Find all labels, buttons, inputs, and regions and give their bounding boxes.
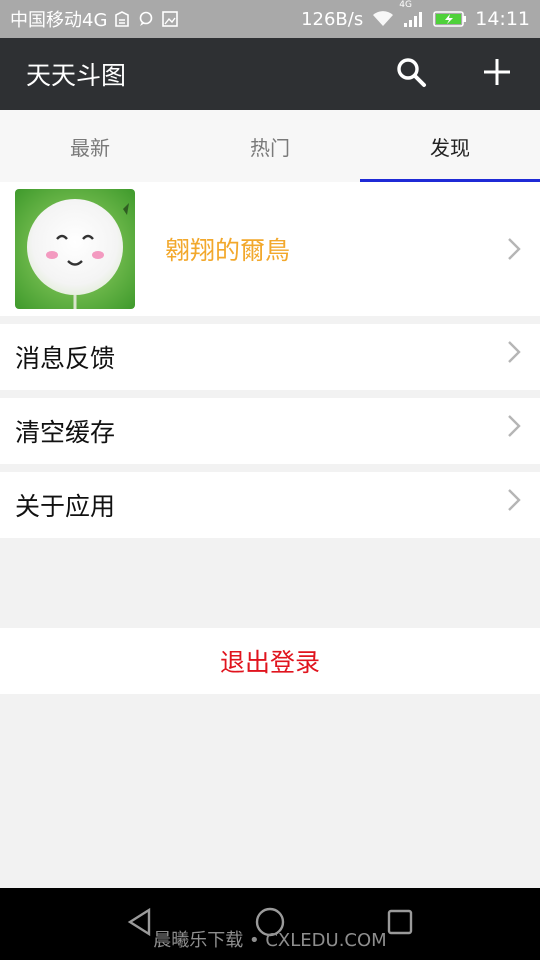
- tab-latest[interactable]: 最新: [0, 110, 180, 182]
- add-button[interactable]: [454, 38, 540, 110]
- menu-item-label: 消息反馈: [15, 344, 116, 373]
- search-icon: [395, 56, 427, 92]
- tab-popular[interactable]: 热门: [180, 110, 360, 182]
- menu-item-about[interactable]: 关于应用: [0, 472, 540, 538]
- carrier-label: 中国移动4G: [10, 10, 108, 31]
- tab-bar: 最新 热门 发现: [0, 110, 540, 182]
- network-type: 4G: [399, 0, 412, 10]
- status-bar: 中国移动4G 126B/s 4G 14:11: [0, 0, 540, 38]
- recents-icon: [386, 908, 414, 940]
- chat-icon: [137, 10, 155, 28]
- search-button[interactable]: [368, 38, 454, 110]
- home-button[interactable]: [245, 899, 295, 949]
- profile-row[interactable]: 翱翔的爾鳥: [0, 182, 540, 316]
- avatar[interactable]: [15, 189, 135, 309]
- menu-item-clear-cache[interactable]: 清空缓存: [0, 398, 540, 464]
- menu-item-feedback[interactable]: 消息反馈: [0, 324, 540, 390]
- recents-button[interactable]: [375, 899, 425, 949]
- menu-item-label: 清空缓存: [15, 418, 116, 447]
- wifi-icon: [371, 10, 395, 28]
- signal-icon: 4G: [399, 0, 425, 28]
- chevron-right-icon: [494, 398, 534, 438]
- screen: 中国移动4G 126B/s 4G 14:11 天天斗图 最新 热门 发现 翱翔的…: [0, 0, 540, 960]
- plus-icon: [482, 57, 512, 91]
- sim-icon: [113, 10, 131, 28]
- logout-button[interactable]: 退出登录: [0, 628, 540, 694]
- navigation-bar: [0, 888, 540, 960]
- chevron-right-icon: [494, 324, 534, 364]
- back-icon: [125, 907, 155, 941]
- home-icon: [254, 906, 286, 942]
- menu-item-label: 关于应用: [15, 492, 116, 521]
- profile-name: 翱翔的爾鳥: [165, 236, 291, 265]
- app-title: 天天斗图: [26, 61, 127, 90]
- chevron-right-icon: [494, 237, 534, 261]
- chevron-right-icon: [494, 472, 534, 512]
- image-icon: [161, 10, 179, 28]
- tab-discover[interactable]: 发现: [360, 110, 540, 182]
- battery-charging-icon: [433, 10, 467, 28]
- back-button[interactable]: [115, 899, 165, 949]
- app-bar: 天天斗图: [0, 38, 540, 110]
- network-speed: 126B/s: [301, 8, 364, 30]
- clock: 14:11: [475, 8, 530, 30]
